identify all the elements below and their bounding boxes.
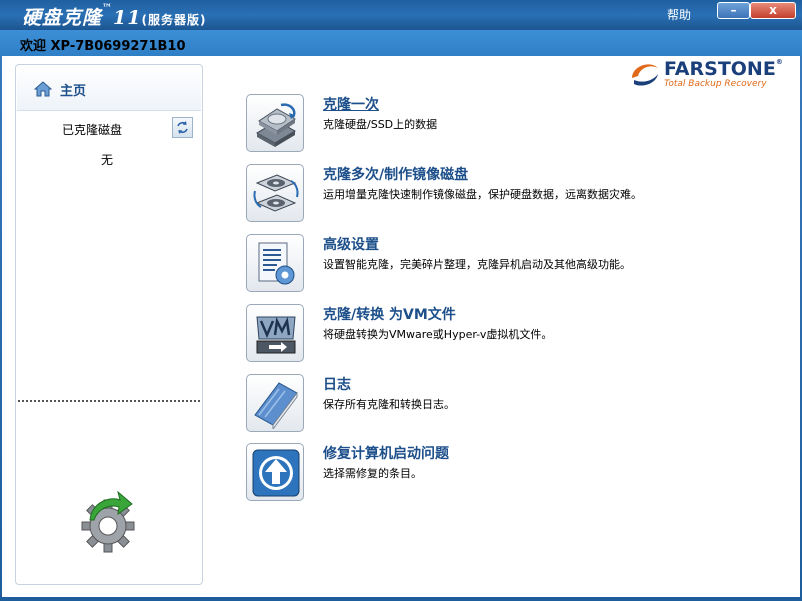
- cloned-disks-label: 已克隆磁盘: [62, 123, 123, 137]
- advanced-settings-desc: 设置智能克隆，完美碎片整理，克隆异机启动及其他高级功能。: [323, 258, 631, 271]
- clone-multiple-title[interactable]: 克隆多次/制作镜像磁盘: [323, 164, 468, 184]
- repair-boot-desc: 选择需修复的条目。: [323, 467, 422, 480]
- sidebar-divider: [18, 400, 200, 404]
- welcome-text: 欢迎 XP-7B0699271B10: [20, 39, 186, 54]
- menu-item-advanced-settings[interactable]: 高级设置 设置智能克隆，完美碎片整理，克隆异机启动及其他高级功能。: [246, 234, 746, 294]
- boot-repair-arrow-icon[interactable]: [246, 443, 304, 501]
- no-cloned-disks-text: 无: [101, 153, 114, 167]
- minimize-button[interactable]: –: [717, 2, 750, 19]
- mirror-disk-icon[interactable]: [246, 164, 304, 222]
- repair-boot-title[interactable]: 修复计算机启动问题: [323, 443, 449, 463]
- menu-item-repair-boot[interactable]: 修复计算机启动问题 选择需修复的条目。: [246, 443, 746, 503]
- menu-item-clone-multiple[interactable]: 克隆多次/制作镜像磁盘 运用增量克隆快速制作镜像磁盘，保护硬盘数据，远离数据灾难…: [246, 164, 746, 224]
- menu-item-log[interactable]: 日志 保存所有克隆和转换日志。: [246, 374, 746, 434]
- advanced-settings-title[interactable]: 高级设置: [323, 234, 379, 254]
- clone-once-title[interactable]: 克隆一次: [323, 94, 379, 114]
- sidebar-home-label: 主页: [60, 84, 87, 99]
- app-title: 硬盘克隆™11(服务器版): [22, 3, 207, 29]
- refresh-icon: [177, 121, 188, 134]
- settings-document-icon[interactable]: [246, 234, 304, 292]
- menu-item-convert-vm[interactable]: 克隆/转换 为VM文件 将硬盘转换为VMware或Hyper-v虚拟机文件。: [246, 304, 746, 364]
- clone-multiple-desc: 运用增量克隆快速制作镜像磁盘，保护硬盘数据，远离数据灾难。: [323, 188, 642, 201]
- farstone-swirl-icon: [632, 64, 658, 86]
- log-title[interactable]: 日志: [323, 374, 351, 394]
- vm-convert-icon[interactable]: [246, 304, 304, 362]
- convert-vm-title[interactable]: 克隆/转换 为VM文件: [323, 304, 456, 324]
- help-link[interactable]: 帮助: [667, 6, 691, 23]
- sidebar: 主页 已克隆磁盘 无: [15, 64, 203, 585]
- title-bar: 硬盘克隆™11(服务器版) 帮助 – x: [0, 0, 802, 30]
- logo-reg: ®: [775, 58, 783, 66]
- log-desc: 保存所有克隆和转换日志。: [323, 398, 455, 411]
- logo-tagline: Total Backup Recovery: [664, 79, 767, 89]
- hard-disk-clone-icon[interactable]: [246, 94, 304, 152]
- logo-name: FARSTONE: [664, 58, 776, 80]
- close-button[interactable]: x: [750, 2, 796, 19]
- menu-item-clone-once[interactable]: 克隆一次 克隆硬盘/SSD上的数据: [246, 94, 746, 154]
- convert-vm-desc: 将硬盘转换为VMware或Hyper-v虚拟机文件。: [323, 328, 553, 341]
- sidebar-item-home[interactable]: 主页: [17, 66, 201, 111]
- home-icon: [34, 81, 52, 97]
- farstone-logo: FARSTONE® Total Backup Recovery: [628, 58, 783, 92]
- log-book-icon[interactable]: [246, 374, 304, 432]
- refresh-button[interactable]: [172, 117, 193, 138]
- app-window: 硬盘克隆™11(服务器版) 帮助 – x 欢迎 XP-7B0699271B10 …: [0, 0, 802, 601]
- clone-once-desc: 克隆硬盘/SSD上的数据: [323, 118, 438, 131]
- gear-arrow-icon: [81, 490, 135, 553]
